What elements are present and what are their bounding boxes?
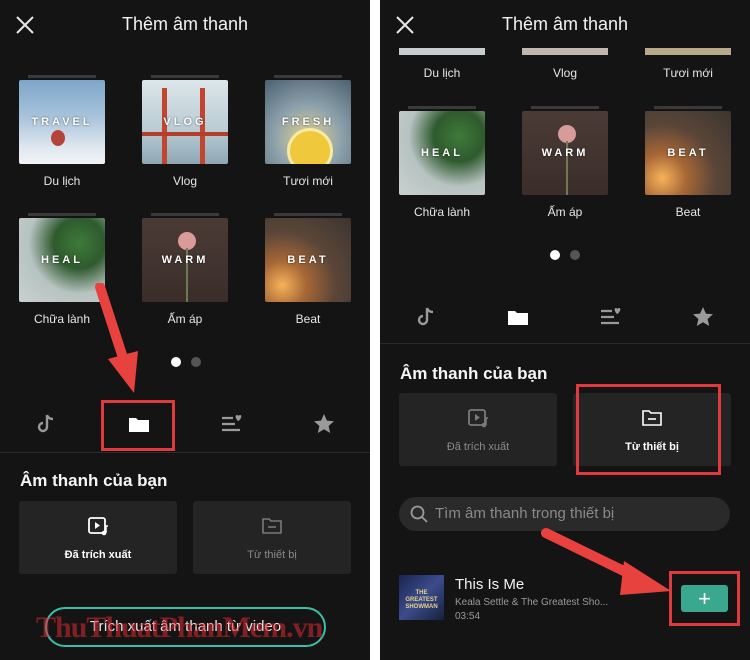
- album-cover-text: THE GREATEST SHOWMAN: [405, 590, 438, 610]
- song-title: This Is Me: [455, 576, 525, 593]
- category-tile-warm[interactable]: WARM: [142, 218, 228, 302]
- right-screen: Thêm âm thanh Du lịch Vlog Tươi mới HEAL…: [380, 0, 750, 660]
- playlist-heart-icon[interactable]: [220, 412, 244, 436]
- card-label: Đã trích xuất: [64, 549, 132, 561]
- card-label: Đã trích xuất: [446, 441, 510, 453]
- left-screen: Thêm âm thanh TRAVEL Du lịch VLOG Vlog F…: [0, 0, 370, 660]
- section-title: Âm thanh của bạn: [20, 471, 168, 490]
- highlight-box: [669, 571, 740, 626]
- tiktok-icon[interactable]: [414, 305, 438, 329]
- category-tile-beat[interactable]: BEAT: [265, 218, 351, 302]
- video-music-icon: [88, 517, 108, 536]
- category-tile-heal[interactable]: HEAL: [399, 111, 485, 195]
- star-icon[interactable]: [691, 305, 715, 329]
- folder-icon[interactable]: [506, 305, 530, 329]
- folder-icon: [262, 518, 282, 534]
- card-label: Từ thiết bị: [247, 549, 297, 561]
- category-label: Vlog: [552, 66, 578, 80]
- device-card[interactable]: Từ thiết bị: [193, 501, 351, 574]
- star-icon[interactable]: [312, 412, 336, 436]
- watermark: ThuThuatPhanMem.vn: [36, 611, 323, 644]
- category-label: Du lịch: [43, 174, 81, 188]
- extracted-card[interactable]: Đã trích xuất: [19, 501, 177, 574]
- category-tile-travel[interactable]: TRAVEL: [19, 80, 105, 164]
- category-label: Beat: [295, 312, 321, 326]
- category-tile-beat[interactable]: BEAT: [645, 111, 731, 195]
- page-dot-active[interactable]: [171, 357, 181, 367]
- section-title: Âm thanh của bạn: [400, 364, 548, 383]
- page-dot[interactable]: [570, 250, 580, 260]
- search-input[interactable]: Tìm âm thanh trong thiết bị: [435, 505, 614, 522]
- arrow-icon: [541, 528, 671, 595]
- category-label: Beat: [675, 205, 701, 219]
- category-tile-fresh[interactable]: FRESH: [265, 80, 351, 164]
- page-dot[interactable]: [191, 357, 201, 367]
- highlight-box: [576, 384, 721, 475]
- page-dot-active[interactable]: [550, 250, 560, 260]
- extracted-card[interactable]: Đã trích xuất: [399, 393, 557, 466]
- highlight-box: [101, 400, 175, 451]
- category-label: Tươi mới: [283, 174, 333, 188]
- arrow-icon: [95, 283, 138, 393]
- tiktok-icon[interactable]: [34, 412, 58, 436]
- page-title: Thêm âm thanh: [121, 14, 249, 34]
- category-label: Du lịch: [423, 66, 461, 80]
- category-label: Tươi mới: [663, 66, 713, 80]
- category-label: Vlog: [172, 174, 198, 188]
- page-title: Thêm âm thanh: [501, 14, 629, 34]
- category-label: Chữa lành: [413, 205, 471, 219]
- playlist-heart-icon[interactable]: [599, 305, 623, 329]
- category-tile-warm[interactable]: WARM: [522, 111, 608, 195]
- category-label: Ấm áp: [547, 205, 583, 219]
- song-duration: 03:54: [455, 611, 481, 622]
- video-music-icon: [468, 409, 488, 428]
- search-icon: [410, 505, 428, 523]
- category-tile-vlog[interactable]: VLOG: [142, 80, 228, 164]
- album-cover: THE GREATEST SHOWMAN: [399, 575, 444, 620]
